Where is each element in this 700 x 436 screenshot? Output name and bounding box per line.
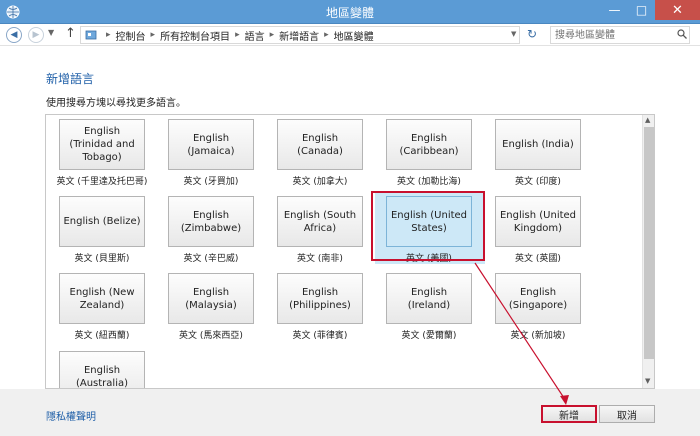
language-tile-name: English (United Kingdom) [495, 196, 581, 247]
add-button[interactable]: 新增 [541, 405, 597, 423]
language-tile-name: English (Singapore) [495, 273, 581, 324]
list-scrollbar[interactable]: ▲ ▼ [642, 115, 654, 388]
maximize-button[interactable]: □ [628, 0, 655, 20]
page-title: 新增語言 [46, 72, 95, 86]
language-tile-name: English (South Africa) [277, 196, 363, 247]
language-tile-native: 英文 (英國) [515, 254, 561, 264]
breadcrumb-separator: ▸ [150, 30, 156, 40]
language-tile-name: English (Caribbean) [386, 119, 472, 170]
language-list: English (Trinidad and Tobago) 英文 (千里達及托巴… [45, 114, 655, 389]
language-tile-native: 英文 (千里達及托巴哥) [56, 177, 148, 187]
privacy-link[interactable]: 隱私權聲明 [46, 408, 96, 423]
recent-pages-chevron-down-icon[interactable]: ▼ [48, 28, 54, 37]
language-tile-name: English (New Zealand) [59, 273, 145, 324]
language-tile-name: English (Australia) [59, 351, 145, 388]
language-tile-name: English (Zimbabwe) [168, 196, 254, 247]
search-input[interactable] [550, 26, 690, 44]
cancel-button[interactable]: 取消 [599, 405, 655, 423]
minimize-button[interactable]: — [601, 0, 628, 20]
language-tile-name: English (Trinidad and Tobago) [59, 119, 145, 170]
language-tile-native: 英文 (牙買加) [183, 177, 239, 187]
breadcrumb-add-language[interactable]: 新增語言 [279, 28, 319, 43]
language-tile-name: English (Philippines) [277, 273, 363, 324]
language-tile-native: 英文 (加勒比海) [397, 177, 461, 187]
language-tile-name: English (Ireland) [386, 273, 472, 324]
breadcrumb-all-items[interactable]: 所有控制台項目 [160, 28, 230, 43]
language-tile-name: English (Jamaica) [168, 119, 254, 170]
address-chevron-down-icon[interactable]: ▼ [511, 30, 516, 38]
language-tile-native: 英文 (加拿大) [292, 177, 348, 187]
breadcrumb-separator: ▸ [106, 30, 111, 40]
language-tile-native: 英文 (新加坡) [510, 331, 566, 341]
title-bar: 地區變體 — □ ✕ [0, 0, 700, 24]
scrollbar-thumb[interactable] [644, 127, 654, 359]
language-tile-name: English (India) [495, 119, 581, 170]
address-bar[interactable]: ▸ 控制台 ▸ 所有控制台項目 ▸ 語言 ▸ 新增語言 ▸ 地區變體 [80, 26, 520, 44]
back-button[interactable]: ◀ [6, 27, 22, 43]
up-arrow-icon[interactable]: ↑ [65, 26, 76, 41]
breadcrumb-separator: ▸ [235, 30, 240, 40]
language-tile-native: 英文 (菲律賓) [292, 331, 348, 341]
breadcrumb-separator: ▸ [324, 30, 329, 40]
language-tile-name: English (Malaysia) [168, 273, 254, 324]
page-description: 使用搜尋方塊以尋找更多語言。 [46, 98, 186, 109]
refresh-icon[interactable]: ↻ [527, 27, 537, 41]
language-tile-native: 英文 (南非) [297, 254, 343, 264]
language-tile-native: 英文 (愛爾蘭) [401, 331, 457, 341]
breadcrumb-separator: ▸ [269, 30, 275, 40]
window-title: 地區變體 [325, 6, 374, 20]
breadcrumb-regional-variants[interactable]: 地區變體 [334, 28, 374, 43]
search-icon[interactable] [677, 29, 687, 39]
language-tile-native: 英文 (辛巴威) [183, 254, 239, 264]
forward-button[interactable]: ▶ [28, 27, 44, 43]
breadcrumb-control-panel[interactable]: 控制台 [116, 28, 146, 43]
control-panel-icon [85, 30, 97, 40]
language-tile-native: 英文 (印度) [515, 177, 561, 187]
footer-bar: 隱私權聲明 新增 取消 [0, 389, 700, 436]
language-tile-native: 英文 (貝里斯) [74, 254, 130, 264]
language-tile-name: English (Canada) [277, 119, 363, 170]
annotation-highlight-box [371, 191, 485, 261]
scroll-up-icon[interactable]: ▲ [645, 116, 650, 124]
breadcrumb-language[interactable]: 語言 [245, 28, 265, 43]
scroll-down-icon[interactable]: ▼ [645, 377, 650, 385]
address-row: ◀ ▶ ▼ ↑ ▸ 控制台 ▸ 所有控制台項目 ▸ 語言 ▸ 新增語言 ▸ 地區… [0, 24, 700, 46]
close-button[interactable]: ✕ [655, 0, 700, 20]
language-tile-native: 英文 (馬來西亞) [179, 331, 243, 341]
language-tile-native: 英文 (紐西蘭) [74, 331, 130, 341]
language-tile-name: English (Belize) [59, 196, 145, 247]
